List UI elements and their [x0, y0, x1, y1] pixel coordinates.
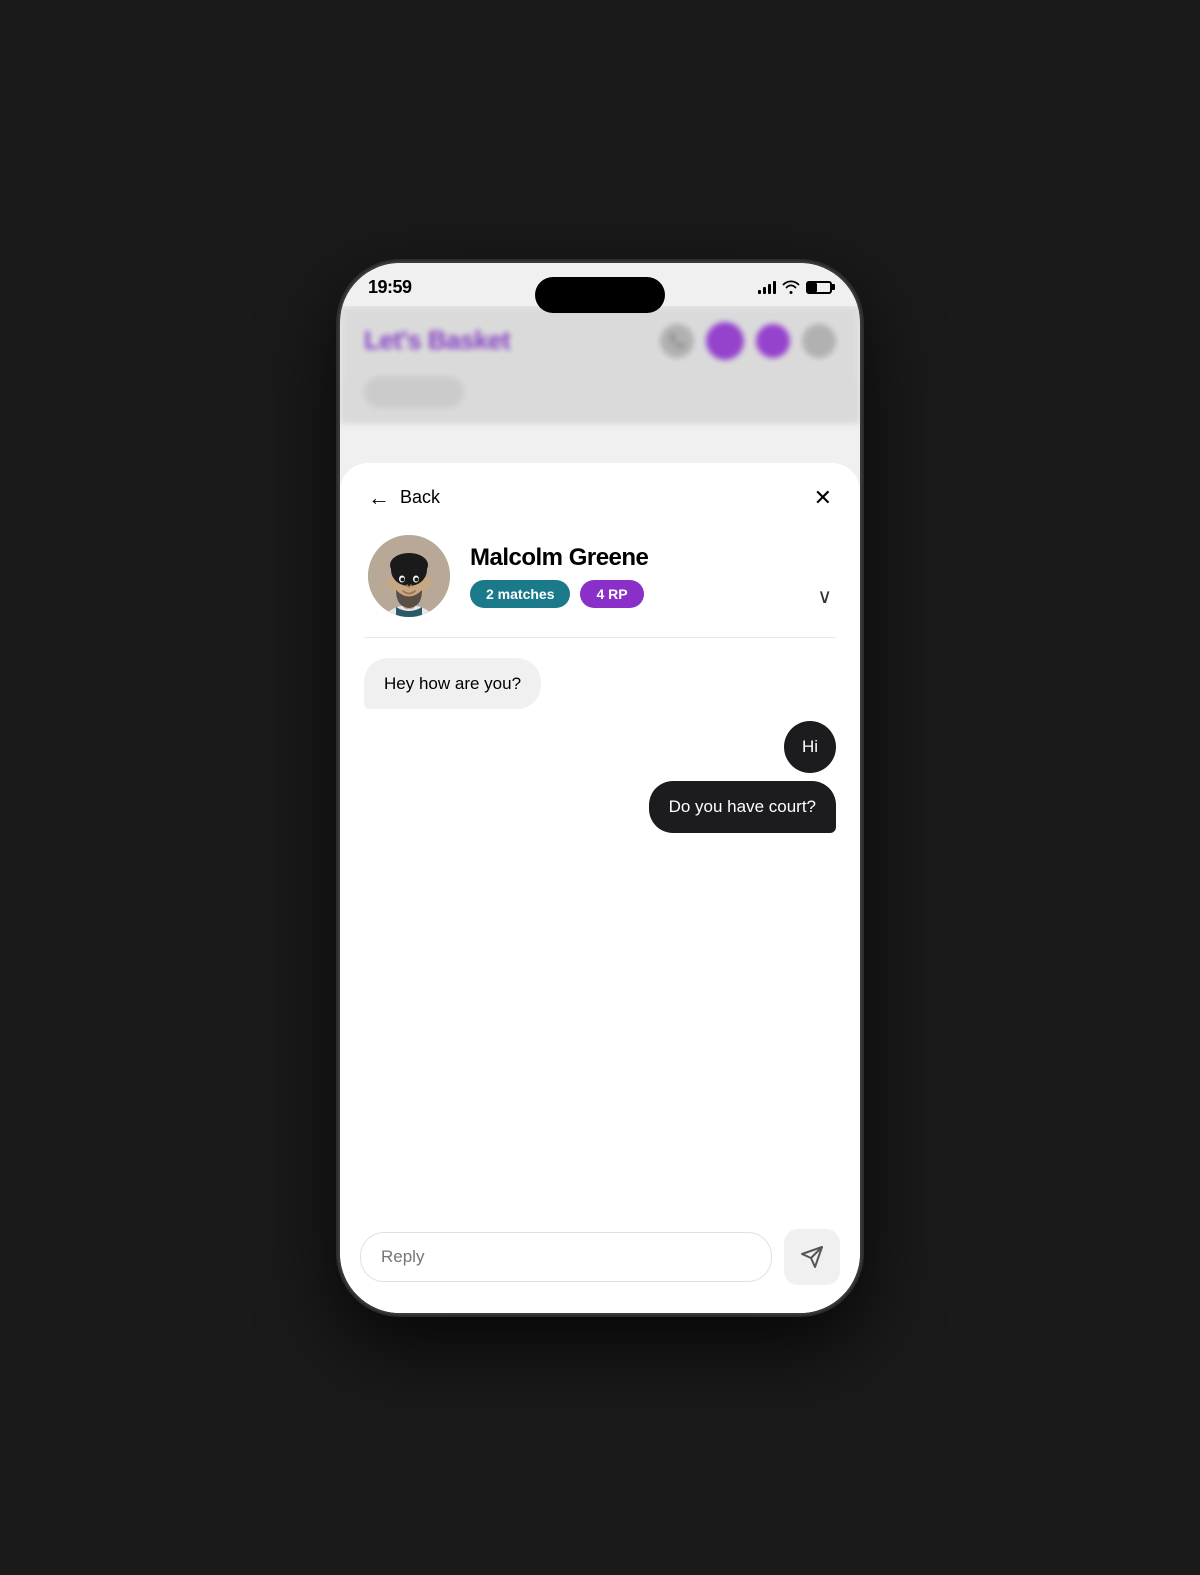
back-label: Back: [400, 487, 440, 508]
bg-message: [364, 376, 464, 408]
message-bubble-hi: Hi: [784, 721, 836, 773]
profile-name: Malcolm Greene: [470, 544, 832, 572]
badges-container: 2 matches 4 RP: [470, 580, 832, 608]
bg-more-icon: [802, 324, 836, 358]
message-text: Hey how are you?: [384, 674, 521, 693]
close-button[interactable]: ✕: [814, 487, 832, 509]
card-header: ← Back ✕: [340, 463, 860, 527]
status-time: 19:59: [368, 277, 412, 298]
bg-avatar-2: [756, 324, 790, 358]
rp-badge: 4 RP: [580, 580, 643, 608]
bg-avatar-1: [706, 322, 744, 360]
message-row: Hey how are you?: [364, 658, 836, 710]
message-bubble-court: Do you have court?: [649, 781, 836, 833]
phone-screen: 19:59: [340, 263, 860, 1313]
dynamic-island: [535, 277, 665, 313]
status-icons: [758, 280, 832, 294]
matches-badge: 2 matches: [470, 580, 570, 608]
avatar: [368, 535, 450, 617]
back-arrow-icon: ←: [368, 485, 390, 511]
send-button[interactable]: [784, 1229, 840, 1285]
send-icon: [800, 1245, 824, 1269]
message-text: Hi: [802, 737, 818, 757]
back-button[interactable]: ← Back: [368, 485, 440, 511]
message-bubble-left: Hey how are you?: [364, 658, 541, 710]
message-text: Do you have court?: [669, 797, 816, 816]
message-card: ← Back ✕: [340, 463, 860, 1313]
bg-phone-icon: [660, 324, 694, 358]
reply-bar: [340, 1213, 860, 1313]
reply-input[interactable]: [360, 1232, 772, 1282]
wifi-icon: [782, 280, 800, 294]
message-row-right: Hi Do you have court?: [364, 721, 836, 833]
background-content: Let's Basket: [340, 306, 860, 424]
background-icons: [660, 322, 836, 360]
background-title: Let's Basket: [364, 325, 510, 356]
signal-icon: [758, 280, 776, 294]
battery-icon: [806, 281, 832, 294]
chat-area: Hey how are you? Hi Do you have court?: [340, 638, 860, 1213]
phone-frame: 19:59: [340, 263, 860, 1313]
profile-info: Malcolm Greene 2 matches 4 RP: [470, 544, 832, 608]
chevron-down-icon[interactable]: ∨: [817, 584, 832, 609]
profile-section: Malcolm Greene 2 matches 4 RP ∨: [340, 527, 860, 637]
